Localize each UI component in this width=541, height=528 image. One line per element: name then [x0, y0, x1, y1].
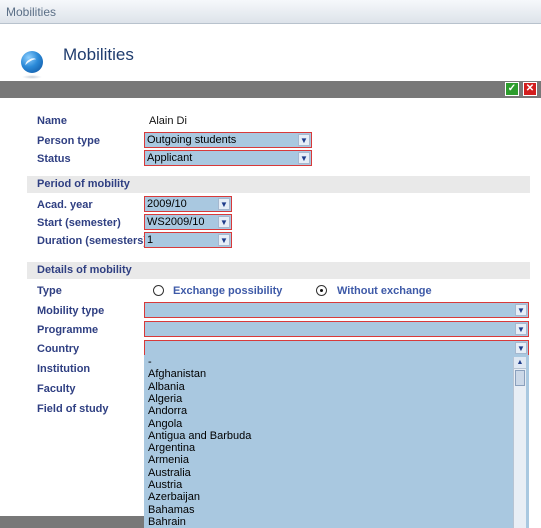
country-option[interactable]: Azerbaijan: [148, 491, 200, 503]
period-section-title: Period of mobility: [37, 178, 130, 190]
country-select[interactable]: ▼: [144, 340, 529, 356]
country-option[interactable]: Angola: [148, 418, 182, 430]
window-titlebar: Mobilities: [0, 0, 541, 24]
country-option[interactable]: Albania: [148, 381, 185, 393]
person-type-select[interactable]: Outgoing students ▼: [144, 132, 312, 148]
country-option[interactable]: Afghanistan: [148, 368, 206, 380]
duration-label: Duration (semesters): [37, 235, 148, 247]
period-section-header: Period of mobility: [27, 176, 530, 193]
institution-label: Institution: [37, 363, 91, 375]
page-title: Mobilities: [63, 45, 134, 64]
without-exchange-label[interactable]: Without exchange: [337, 285, 432, 297]
toolbar: ✓ ✕: [0, 81, 541, 98]
duration-value: 1: [147, 234, 154, 246]
acad-year-value: 2009/10: [147, 198, 187, 210]
scroll-thumb[interactable]: [515, 370, 525, 386]
duration-select[interactable]: 1 ▼: [144, 232, 232, 248]
status-value: Applicant: [147, 152, 193, 164]
field-of-study-label: Field of study: [37, 403, 109, 415]
details-section-title: Details of mobility: [37, 264, 132, 276]
chevron-down-icon[interactable]: ▼: [218, 198, 230, 210]
chevron-down-icon[interactable]: ▼: [515, 323, 527, 335]
country-option[interactable]: Bahamas: [148, 504, 194, 516]
faculty-label: Faculty: [37, 383, 76, 395]
country-label: Country: [37, 343, 80, 355]
acad-year-label: Acad. year: [37, 199, 93, 211]
programme-label: Programme: [37, 324, 99, 336]
country-option[interactable]: Argentina: [148, 442, 195, 454]
country-option[interactable]: Australia: [148, 467, 191, 479]
programme-select[interactable]: ▼: [144, 321, 529, 337]
window-title: Mobilities: [6, 5, 57, 19]
name-value: Alain Di: [149, 115, 187, 127]
country-option[interactable]: Austria: [148, 479, 182, 491]
acad-year-select[interactable]: 2009/10 ▼: [144, 196, 232, 212]
mobility-type-select[interactable]: ▼: [144, 302, 529, 318]
chevron-down-icon[interactable]: ▼: [515, 342, 527, 354]
country-option[interactable]: Andorra: [148, 405, 187, 417]
chevron-down-icon[interactable]: ▼: [298, 134, 310, 146]
delete-close-icon[interactable]: ✕: [523, 82, 537, 96]
radio-without-exchange[interactable]: [316, 285, 327, 296]
country-option[interactable]: Armenia: [148, 454, 189, 466]
status-label: Status: [37, 153, 71, 165]
country-option[interactable]: Bahrain: [148, 516, 186, 528]
status-select[interactable]: Applicant ▼: [144, 150, 312, 166]
start-semester-select[interactable]: WS2009/10 ▼: [144, 214, 232, 230]
country-dropdown-list[interactable]: - Afghanistan Albania Algeria Andorra Angola A…: [144, 355, 529, 528]
chevron-down-icon[interactable]: ▼: [298, 152, 310, 164]
start-semester-label: Start (semester): [37, 217, 121, 229]
type-label: Type: [37, 285, 62, 297]
page-header: Mobilities: [0, 24, 541, 81]
dropdown-scrollbar[interactable]: ▲: [513, 357, 526, 528]
radio-exchange-possibility[interactable]: [153, 285, 164, 296]
person-type-label: Person type: [37, 135, 100, 147]
country-option[interactable]: -: [148, 356, 152, 368]
chevron-down-icon[interactable]: ▼: [218, 216, 230, 228]
exchange-possibility-label[interactable]: Exchange possibility: [173, 285, 282, 297]
details-section-header: Details of mobility: [27, 262, 530, 279]
start-semester-value: WS2009/10: [147, 216, 205, 228]
country-option[interactable]: Algeria: [148, 393, 182, 405]
mobility-type-label: Mobility type: [37, 305, 105, 317]
bottom-bar: [0, 516, 144, 528]
name-label: Name: [37, 115, 67, 127]
save-check-icon[interactable]: ✓: [505, 82, 519, 96]
scroll-up-icon[interactable]: ▲: [514, 357, 526, 369]
person-type-value: Outgoing students: [147, 134, 237, 146]
chevron-down-icon[interactable]: ▼: [218, 234, 230, 246]
globe-shadow: [22, 75, 42, 79]
country-option[interactable]: Antigua and Barbuda: [148, 430, 251, 442]
globe-icon: [21, 51, 43, 73]
chevron-down-icon[interactable]: ▼: [515, 304, 527, 316]
